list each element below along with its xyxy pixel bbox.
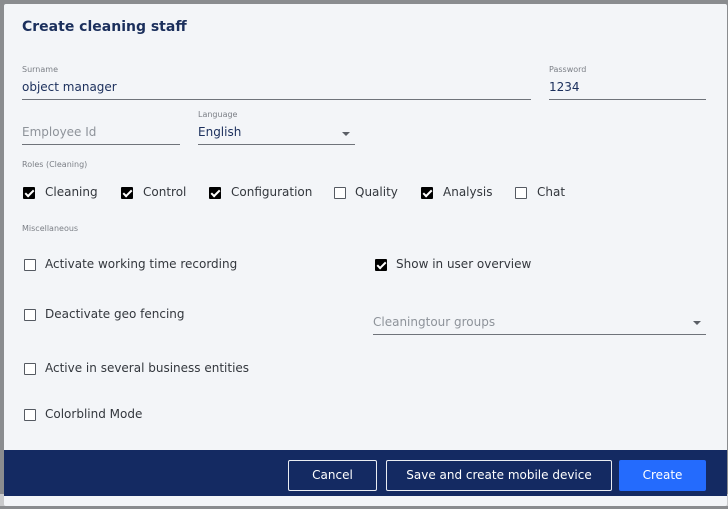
roles-section-label: Roles (Cleaning) [22, 160, 88, 169]
chevron-down-icon[interactable] [342, 132, 350, 136]
checkbox-deactivate-geo-fencing[interactable] [24, 309, 36, 321]
create-cleaning-staff-dialog: Create cleaning staff Surname object man… [4, 4, 727, 506]
employee-id-underline [22, 144, 180, 145]
checkbox-role-control[interactable] [121, 187, 133, 199]
password-label: Password [549, 65, 587, 74]
show-in-user-overview-label: Show in user overview [396, 257, 532, 271]
role-quality-label: Quality [355, 185, 398, 199]
checkbox-role-chat[interactable] [515, 187, 527, 199]
role-analysis-label: Analysis [443, 185, 493, 199]
password-input[interactable]: 1234 [549, 80, 706, 98]
activate-working-time-label: Activate working time recording [45, 257, 238, 271]
language-underline [198, 144, 355, 145]
active-several-entities-label: Active in several business entities [45, 361, 250, 375]
language-label: Language [198, 110, 238, 119]
language-select[interactable]: English [198, 125, 355, 143]
cleaningtour-groups-select[interactable]: Cleaningtour groups [373, 315, 706, 333]
role-chat-label: Chat [537, 185, 566, 199]
password-underline [549, 99, 706, 100]
checkbox-activate-working-time[interactable] [24, 259, 36, 271]
create-button[interactable]: Create [619, 460, 706, 491]
surname-label: Surname [22, 65, 58, 74]
checkbox-role-analysis[interactable] [421, 187, 433, 199]
chevron-down-icon[interactable] [693, 321, 701, 325]
checkbox-role-configuration[interactable] [209, 187, 221, 199]
checkbox-show-in-user-overview[interactable] [375, 259, 387, 271]
checkbox-role-cleaning[interactable] [23, 187, 35, 199]
dialog-title: Create cleaning staff [22, 19, 187, 35]
dialog-footer: Cancel Save and create mobile device Cre… [4, 450, 727, 496]
checkbox-colorblind-mode[interactable] [24, 409, 36, 421]
miscellaneous-section-label: Miscellaneous [22, 224, 79, 233]
employee-id-input[interactable]: Employee Id [22, 125, 180, 143]
surname-underline [22, 99, 531, 100]
role-cleaning-label: Cleaning [45, 185, 98, 199]
save-and-create-mobile-device-button[interactable]: Save and create mobile device [386, 460, 612, 491]
colorblind-mode-label: Colorblind Mode [45, 407, 143, 421]
checkbox-role-quality[interactable] [334, 187, 346, 199]
checkbox-active-several-entities[interactable] [24, 363, 36, 375]
surname-input[interactable]: object manager [22, 80, 531, 98]
cancel-button[interactable]: Cancel [288, 460, 377, 491]
role-configuration-label: Configuration [231, 185, 313, 199]
role-control-label: Control [143, 185, 187, 199]
deactivate-geo-fencing-label: Deactivate geo fencing [45, 307, 185, 321]
cleaningtour-groups-underline [373, 334, 706, 335]
